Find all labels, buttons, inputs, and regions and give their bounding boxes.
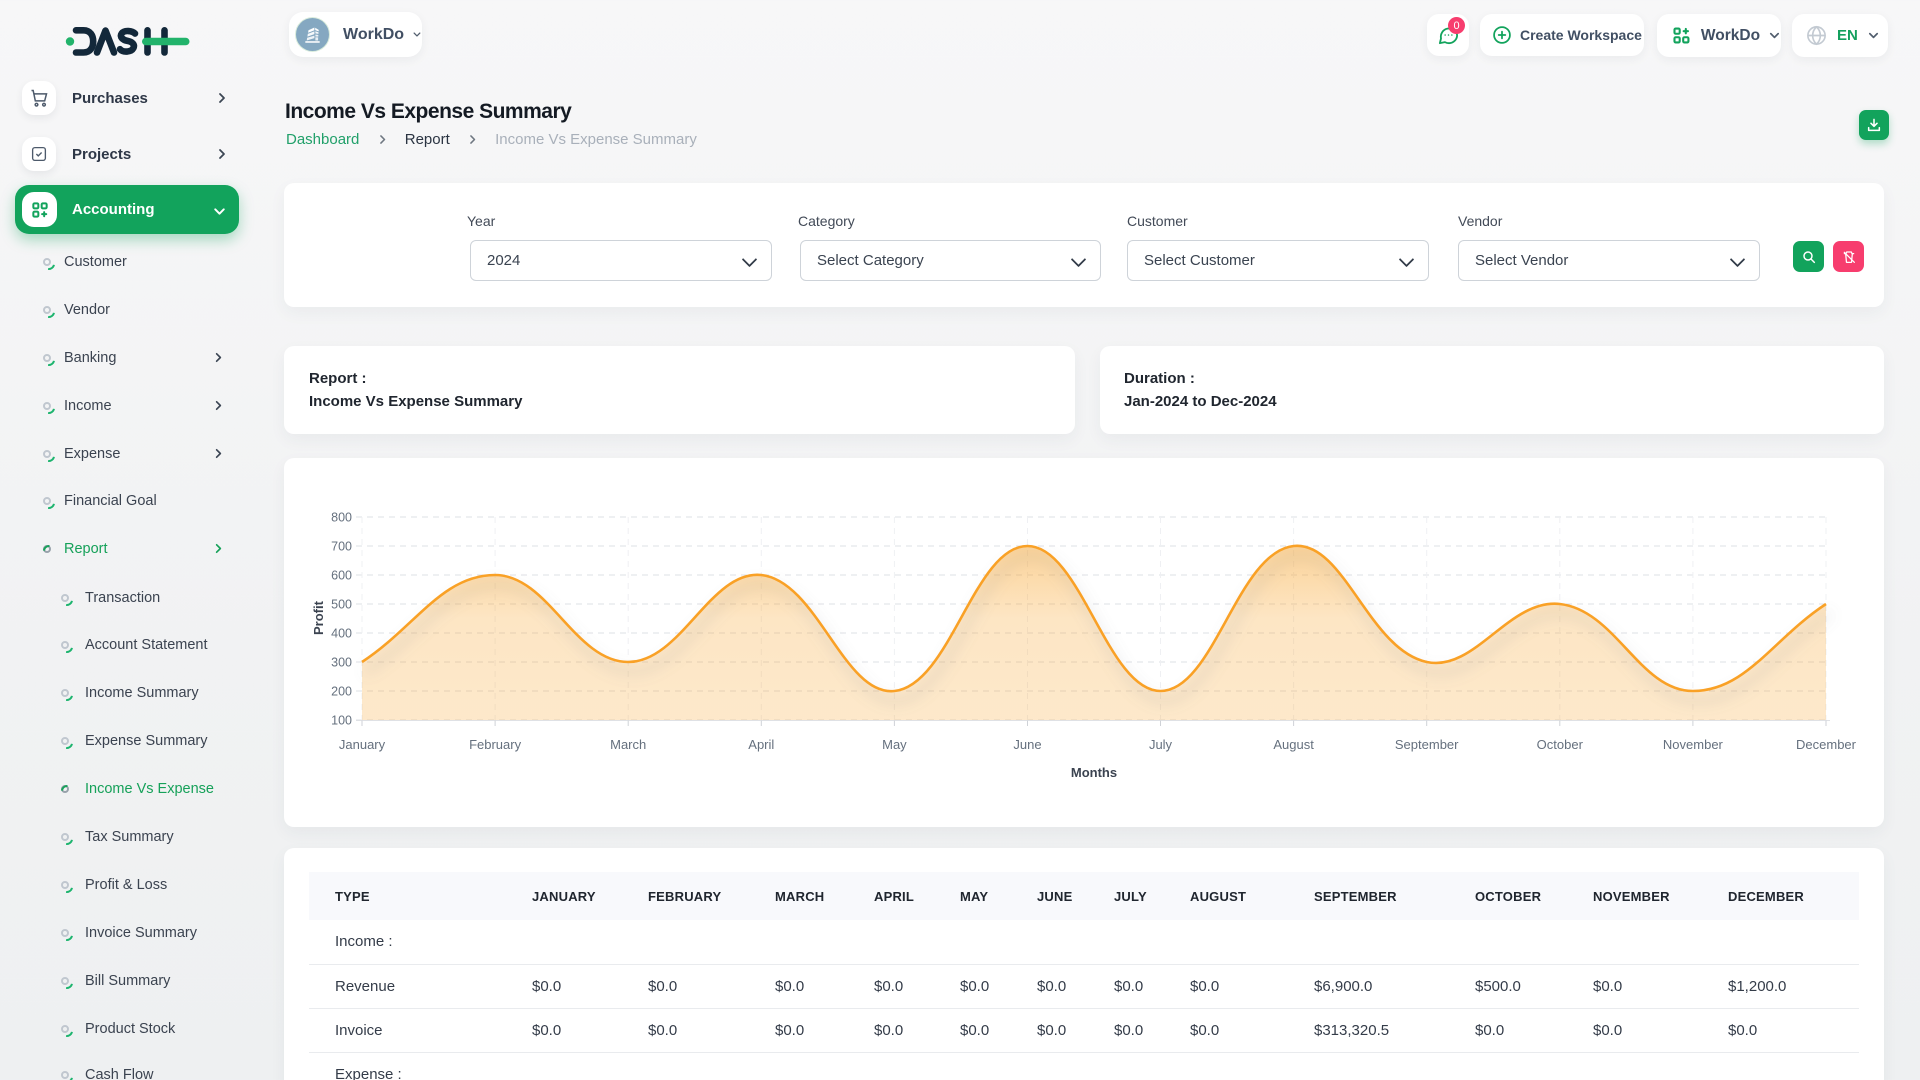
svg-text:January: January — [339, 737, 386, 752]
svg-text:500: 500 — [331, 598, 352, 612]
svg-text:100: 100 — [331, 714, 352, 728]
svg-text:August: August — [1273, 737, 1314, 752]
svg-text:March: March — [610, 737, 646, 752]
svg-text:800: 800 — [331, 511, 352, 525]
svg-text:700: 700 — [331, 540, 352, 554]
svg-text:November: November — [1663, 737, 1724, 752]
svg-text:October: October — [1537, 737, 1584, 752]
svg-text:December: December — [1796, 737, 1857, 752]
svg-text:June: June — [1013, 737, 1041, 752]
svg-text:September: September — [1395, 737, 1459, 752]
svg-text:Profit: Profit — [311, 600, 326, 635]
svg-text:200: 200 — [331, 685, 352, 699]
svg-text:300: 300 — [331, 656, 352, 670]
svg-text:Months: Months — [1071, 765, 1117, 780]
svg-text:May: May — [882, 737, 907, 752]
svg-text:600: 600 — [331, 569, 352, 583]
svg-text:April: April — [748, 737, 774, 752]
svg-text:July: July — [1149, 737, 1173, 752]
svg-text:February: February — [469, 737, 522, 752]
svg-text:400: 400 — [331, 627, 352, 641]
